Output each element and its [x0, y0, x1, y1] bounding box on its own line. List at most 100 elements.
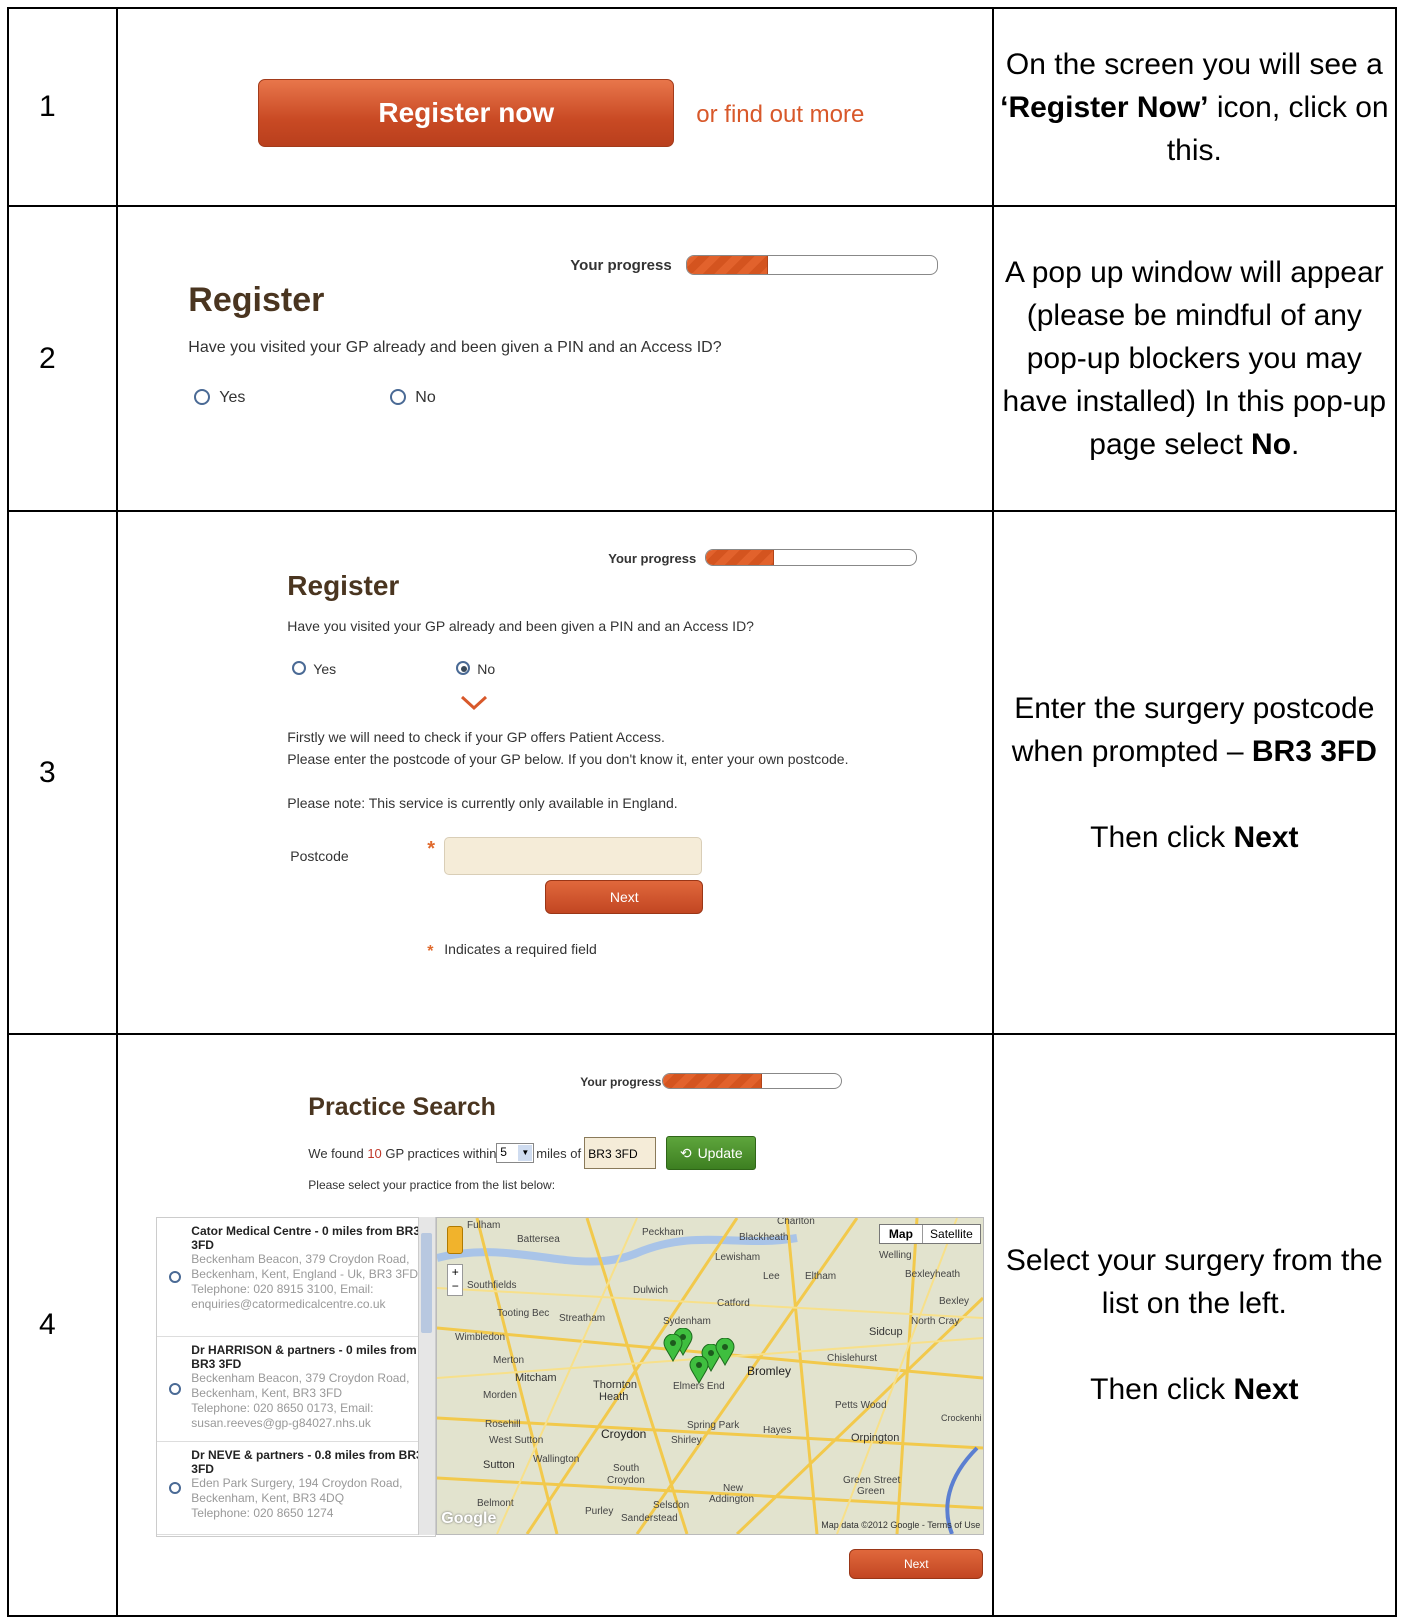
progress-fill [706, 550, 775, 565]
svg-text:Sanderstead: Sanderstead [621, 1513, 678, 1524]
svg-text:Battersea: Battersea [517, 1234, 560, 1245]
practice-radio[interactable] [169, 1383, 182, 1395]
practice-list: Cator Medical Centre - 0 miles from BR3 … [156, 1217, 437, 1537]
svg-text:Charlton: Charlton [777, 1218, 815, 1227]
step-number: 3 [6, 510, 119, 1035]
register-now-button[interactable]: Register now [258, 79, 675, 147]
map-attribution[interactable]: Map data ©2012 Google - Terms of Use [821, 1520, 980, 1530]
practice-radio[interactable] [169, 1482, 182, 1494]
svg-text:Fulham: Fulham [467, 1220, 500, 1231]
svg-text:Heath: Heath [599, 1391, 628, 1403]
step-2-description: A pop up window will appear (please be m… [991, 205, 1398, 512]
svg-text:Purley: Purley [585, 1506, 613, 1517]
postcode-input[interactable] [444, 837, 703, 875]
svg-text:Addington: Addington [709, 1494, 754, 1505]
svg-text:Tooting Bec: Tooting Bec [497, 1308, 549, 1319]
list-scrollbar[interactable] [418, 1217, 436, 1535]
progress-fill [663, 1074, 763, 1088]
svg-text:Crockenhi: Crockenhi [941, 1413, 982, 1423]
select-practice-text: Please select your practice from the lis… [308, 1178, 556, 1192]
scrollbar-thumb[interactable] [421, 1233, 433, 1333]
update-button[interactable]: ⟲ Update [666, 1136, 757, 1170]
svg-text:Selsdon: Selsdon [653, 1500, 689, 1511]
svg-text:Croydon: Croydon [607, 1475, 645, 1486]
svg-text:Streatham: Streatham [559, 1313, 605, 1324]
svg-text:Catford: Catford [717, 1298, 750, 1309]
yes-label: Yes [219, 389, 246, 406]
svg-text:Petts Wood: Petts Wood [835, 1400, 887, 1411]
map-marker-icon[interactable] [715, 1337, 735, 1371]
svg-text:Thornton: Thornton [593, 1379, 637, 1391]
svg-text:Sydenham: Sydenham [663, 1316, 711, 1327]
enter-postcode-text: Please enter the postcode of your GP bel… [287, 751, 849, 767]
postcode-input[interactable]: BR3 3FD [584, 1137, 657, 1169]
yes-radio[interactable] [194, 389, 211, 405]
svg-text:New: New [723, 1483, 744, 1494]
svg-text:Lee: Lee [763, 1271, 780, 1282]
svg-text:Peckham: Peckham [642, 1227, 684, 1238]
pin-question: Have you visited your GP already and bee… [188, 339, 722, 356]
required-star: * [427, 838, 436, 860]
svg-text:Croydon: Croydon [601, 1427, 646, 1441]
svg-text:Sidcup: Sidcup [869, 1326, 903, 1338]
pin-question: Have you visited your GP already and bee… [287, 618, 754, 634]
find-out-more-link[interactable]: or find out more [696, 101, 864, 129]
yes-label: Yes [313, 661, 337, 677]
check-gp-text: Firstly we will need to check if your GP… [287, 729, 665, 745]
step-number: 4 [6, 1033, 119, 1617]
map-type-toggle: Map Satellite [879, 1224, 982, 1244]
map-tab[interactable]: Map [880, 1225, 923, 1243]
map-marker-icon[interactable] [663, 1333, 683, 1367]
step-4-description: Select your surgery from the list on the… [991, 1033, 1398, 1617]
step-2-screenshot: Your progress Register Have you visited … [116, 205, 994, 512]
miles-select[interactable]: 5 ▼ [496, 1143, 535, 1163]
list-item[interactable]: Dr HARRISON & partners - 0 miles from BR… [157, 1337, 436, 1442]
yes-radio[interactable] [292, 661, 307, 675]
svg-text:Bexley: Bexley [939, 1296, 969, 1307]
step-3-description: Enter the surgery postcode when prompted… [991, 510, 1398, 1035]
page-title: Register [188, 281, 325, 319]
svg-text:Bromley: Bromley [747, 1364, 791, 1378]
svg-text:Wimbledon: Wimbledon [455, 1332, 505, 1343]
progress-bar [662, 1073, 843, 1089]
chevron-down-icon: ▼ [518, 1145, 533, 1161]
svg-text:Shirley: Shirley [671, 1435, 702, 1446]
satellite-tab[interactable]: Satellite [923, 1225, 981, 1243]
no-label: No [477, 661, 496, 677]
svg-text:Morden: Morden [483, 1390, 517, 1401]
map[interactable]: Fulham Battersea Peckham Blackheath Char… [436, 1217, 985, 1535]
svg-text:South: South [613, 1463, 639, 1474]
svg-text:Sutton: Sutton [483, 1459, 515, 1471]
svg-text:Wallington: Wallington [533, 1454, 579, 1465]
progress-label: Your progress [580, 1075, 662, 1089]
no-radio[interactable] [390, 389, 407, 405]
page-title: Practice Search [308, 1093, 496, 1121]
svg-text:Hayes: Hayes [763, 1425, 791, 1436]
svg-text:Bexleyheath: Bexleyheath [905, 1269, 960, 1280]
svg-text:Green: Green [857, 1486, 885, 1497]
list-item[interactable]: Dr NEVE & partners - 0.8 miles from BR3 … [157, 1442, 436, 1535]
zoom-control[interactable]: + − [447, 1264, 464, 1296]
svg-text:Chislehurst: Chislehurst [827, 1353, 877, 1364]
svg-text:Welling: Welling [879, 1250, 912, 1261]
svg-text:Blackheath: Blackheath [739, 1232, 788, 1243]
svg-text:West Sutton: West Sutton [489, 1435, 543, 1446]
map-marker-icon[interactable] [689, 1355, 709, 1389]
required-field-note: Indicates a required field [444, 941, 597, 957]
svg-text:Merton: Merton [493, 1355, 524, 1366]
next-button[interactable]: Next [545, 880, 704, 914]
postcode-label: Postcode [290, 848, 349, 864]
pegman-icon[interactable] [447, 1226, 464, 1254]
england-note: Please note: This service is currently o… [287, 795, 678, 811]
svg-text:Green Street: Green Street [843, 1475, 900, 1486]
no-radio-selected[interactable] [456, 661, 471, 675]
step-1-description: On the screen you will see a ‘Register N… [991, 7, 1398, 207]
step-1-screenshot: Register now or find out more [116, 7, 994, 207]
next-button[interactable]: Next [849, 1549, 984, 1579]
svg-text:Eltham: Eltham [805, 1271, 836, 1282]
list-item[interactable]: Cator Medical Centre - 0 miles from BR3 … [157, 1218, 436, 1337]
refresh-icon: ⟲ [679, 1144, 692, 1161]
found-text: We found 10 GP practices within [308, 1146, 497, 1161]
practice-radio[interactable] [169, 1271, 182, 1283]
svg-text:Spring Park: Spring Park [687, 1420, 740, 1431]
